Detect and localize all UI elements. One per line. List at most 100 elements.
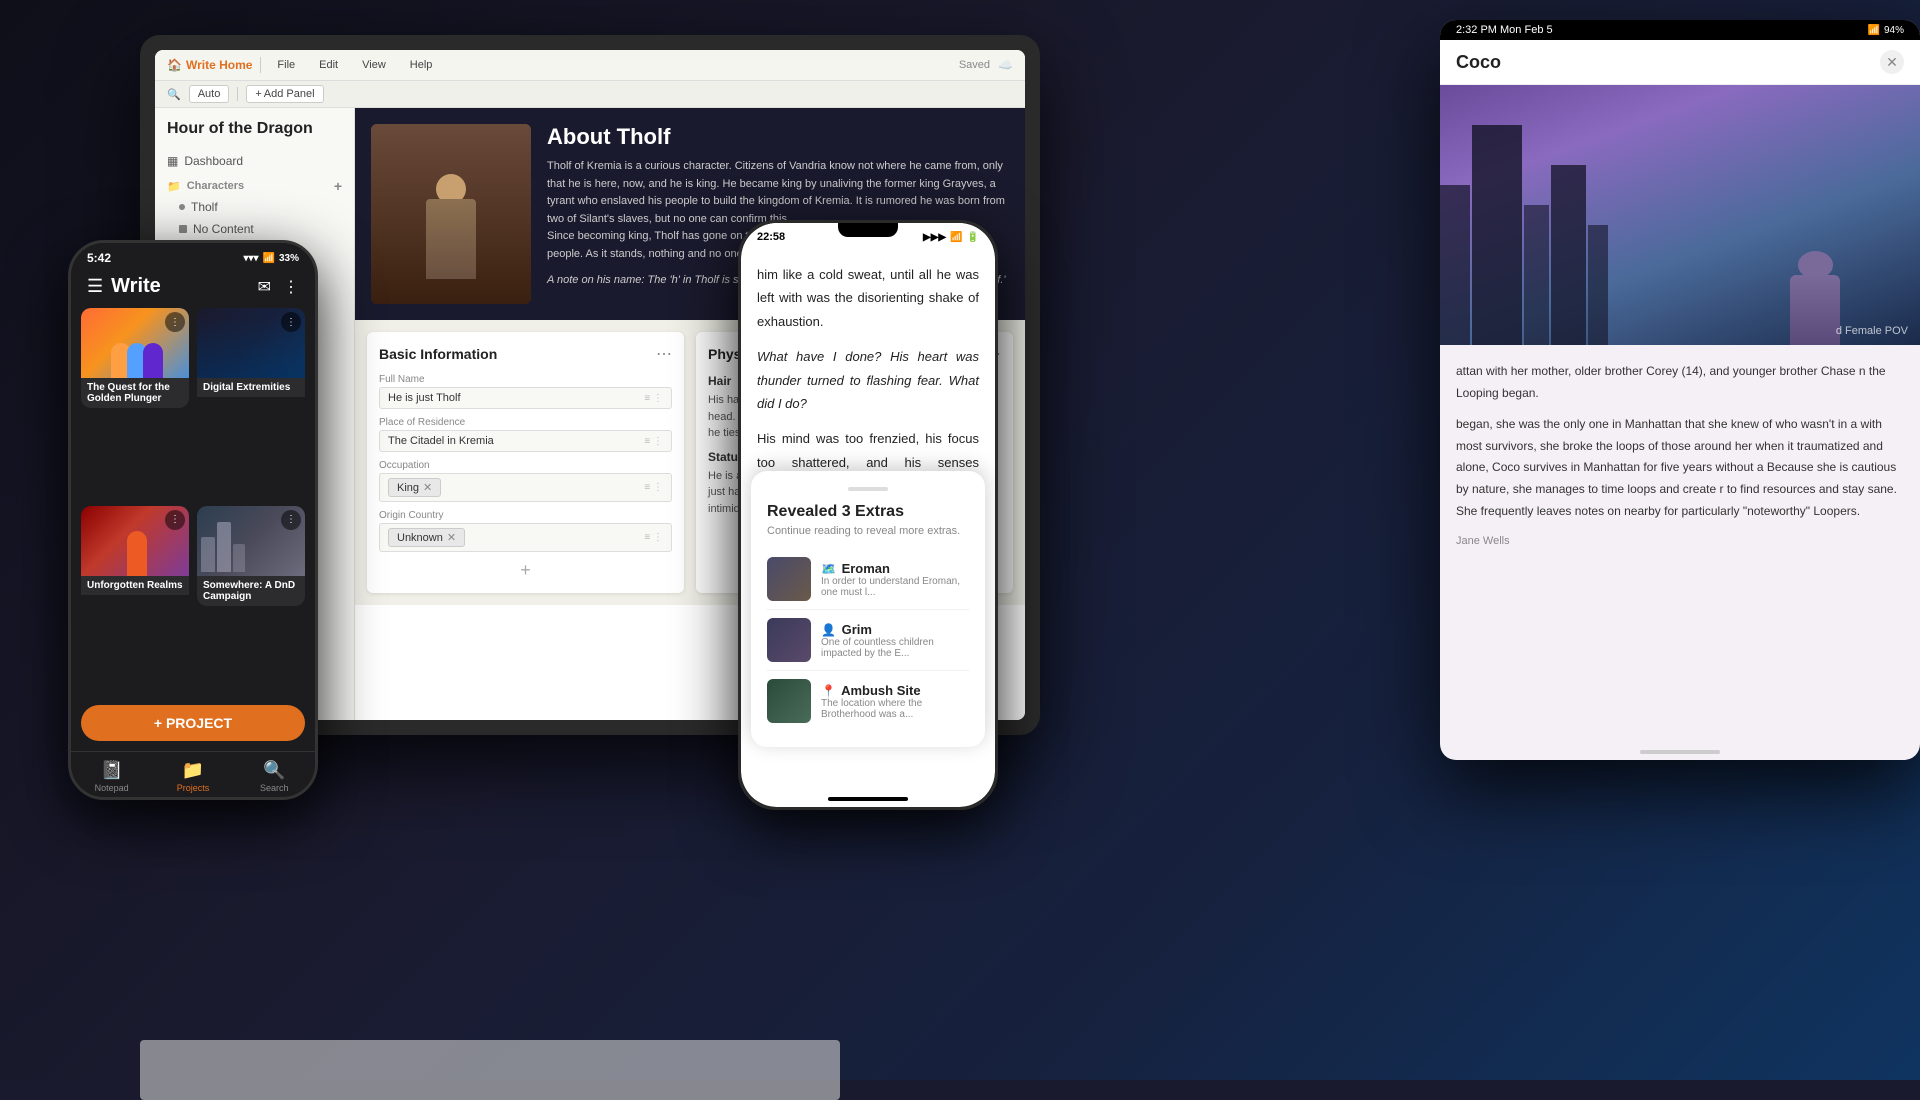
search-icon: 🔍 [167,88,181,101]
occupation-label: Occupation [379,460,672,471]
origin-value[interactable]: Unknown ✕ ≡ ⋮ [379,523,672,552]
home-icon: 🏠 [167,58,182,72]
character-image [371,124,531,304]
residence-value[interactable]: The Citadel in Kremia ≡ ⋮ [379,430,672,452]
thumb-figures-3 [81,531,189,576]
occupation-tag: King ✕ [388,478,441,497]
folder-icon: 📁 [167,180,181,193]
toolbar-separator [260,57,261,73]
extra-item-eroman[interactable]: 🗺️ Eroman In order to understand Eroman,… [767,549,969,610]
project-4-menu[interactable]: ⋮ [281,510,301,530]
project-card-3[interactable]: ⋮ Unforgotten Realms [81,506,189,606]
reading-para-1: him like a cold sweat, until all he was … [757,263,979,333]
drag-handle[interactable] [848,487,888,491]
close-button[interactable]: ✕ [1880,50,1904,74]
tab-notepad[interactable]: 📓 Notepad [71,760,152,793]
phone-tabbar: 📓 Notepad 📁 Projects 🔍 Search [71,751,315,797]
file-menu[interactable]: File [269,56,303,74]
project-1-name: The Quest for the Golden Plunger [81,378,189,408]
view-menu[interactable]: View [354,56,394,74]
project-card-4[interactable]: ⋮ Somewhere: A DnD Campaign [197,506,305,606]
basic-info-header: Basic Information ⋯ [379,344,672,364]
project-card-1[interactable]: ⋮ The Quest for the Golden Plunger [81,308,189,408]
occupation-remove[interactable]: ✕ [423,481,432,494]
mail-icon[interactable]: ✉ [258,277,271,297]
phone-right-status-icons: ▶▶▶ 📶 🔋 [923,232,979,243]
basic-info-menu[interactable]: ⋯ [656,344,672,364]
extra-item-ambush[interactable]: 📍 Ambush Site The location where the Bro… [767,671,969,731]
residence-field: Place of Residence The Citadel in Kremia… [379,417,672,452]
tablet-right-statusbar: 2:32 PM Mon Feb 5 📶 94% [1440,20,1920,40]
full-name-field: Full Name He is just Tholf ≡ ⋮ [379,374,672,409]
eroman-info: 🗺️ Eroman In order to understand Eroman,… [821,561,969,598]
help-menu[interactable]: Help [402,56,441,74]
battery-icon: 33% [279,253,299,264]
character-bio: Tholf of Kremia is a curious character. … [547,158,1009,228]
more-icon[interactable]: ⋮ [283,277,299,297]
field-icons: ≡ ⋮ [644,393,663,404]
phone-header: ☰ Write ✉ ⋮ [71,269,315,308]
projects-grid: ⋮ The Quest for the Golden Plunger ⋮ Dig… [71,308,315,695]
tr-home-indicator[interactable] [1640,750,1720,754]
thumb-figures-1 [81,343,189,378]
phone-status-icons: ▾▾▾ 📶 33% [243,253,299,264]
wifi-icon: 📶 [263,253,275,264]
tab-projects[interactable]: 📁 Projects [152,760,233,793]
tr-text-1: attan with her mother, older brother Cor… [1456,361,1904,404]
tab-search[interactable]: 🔍 Search [234,760,315,793]
origin-label: Origin Country [379,510,672,521]
cloud-icon: ☁️ [998,58,1013,72]
wifi-right-icon: 📶 [950,232,962,243]
sidebar-item-no-content[interactable]: No Content [155,218,354,240]
character-name: About Tholf [547,124,1009,150]
project-3-name: Unforgotten Realms [81,576,189,595]
sidebar-section-characters: 📁 Characters + [155,172,354,196]
auto-btn[interactable]: Auto [189,85,230,103]
full-name-value[interactable]: He is just Tholf ≡ ⋮ [379,387,672,409]
edit-menu[interactable]: Edit [311,56,346,74]
write-home-label[interactable]: Write Home [186,58,252,72]
grim-info: 👤 Grim One of countless children impacte… [821,622,969,659]
characters-label: Characters [187,180,244,192]
home-indicator[interactable] [828,797,908,801]
notepad-icon: 📓 [100,760,122,781]
reading-para-2: What have I done? His heart was thunder … [757,345,979,415]
phone-brand: Write [111,275,161,298]
plus-icon: + [255,88,261,100]
project-3-menu[interactable]: ⋮ [165,510,185,530]
grim-thumb [767,618,811,662]
origin-remove[interactable]: ✕ [447,531,456,544]
project-2-menu[interactable]: ⋮ [281,312,301,332]
tr-wifi-icon: 📶 [1868,25,1880,36]
battery-right-icon: 🔋 [967,232,979,243]
extra-item-grim[interactable]: 👤 Grim One of countless children impacte… [767,610,969,671]
basic-info-card: Basic Information ⋯ Full Name He is just… [367,332,684,593]
sidebar-item-tholf[interactable]: Tholf [155,196,354,218]
phone-right: 22:58 ▶▶▶ 📶 🔋 him like a cold sweat, unt… [738,220,998,810]
tr-battery-icon: 94% [1884,25,1904,36]
occupation-value[interactable]: King ✕ ≡ ⋮ [379,473,672,502]
figure-3 [143,343,163,378]
project-card-2[interactable]: ⋮ Digital Extremities [197,308,305,408]
project-2-name: Digital Extremities [197,378,305,397]
hamburger-icon[interactable]: ☰ [87,276,103,297]
eroman-icon: 🗺️ [821,562,836,576]
phone-header-actions: ✉ ⋮ [258,277,299,297]
project-1-menu[interactable]: ⋮ [165,312,185,332]
add-panel-btn[interactable]: + Add Panel [246,85,323,103]
sidebar-item-dashboard[interactable]: ▦ Dashboard [155,150,354,172]
add-character-icon[interactable]: + [334,178,342,194]
tablet-right: 2:32 PM Mon Feb 5 📶 94% Coco ✕ [1440,20,1920,760]
ambush-info: 📍 Ambush Site The location where the Bro… [821,683,969,720]
phone-left-screen: 5:42 ▾▾▾ 📶 33% ☰ Write ✉ ⋮ [71,243,315,797]
revealed-extras-popup: Revealed 3 Extras Continue reading to re… [751,471,985,747]
phone-time: 5:42 [87,251,111,265]
revealed-subtitle: Continue reading to reveal more extras. [767,525,969,537]
saved-indicator: Saved [959,59,990,71]
search-tab-icon: 🔍 [263,760,285,781]
full-name-label: Full Name [379,374,672,385]
add-project-button[interactable]: + PROJECT [81,705,305,741]
ambush-thumb [767,679,811,723]
add-field-btn[interactable]: + [379,560,672,581]
search-label: Search [260,783,289,793]
